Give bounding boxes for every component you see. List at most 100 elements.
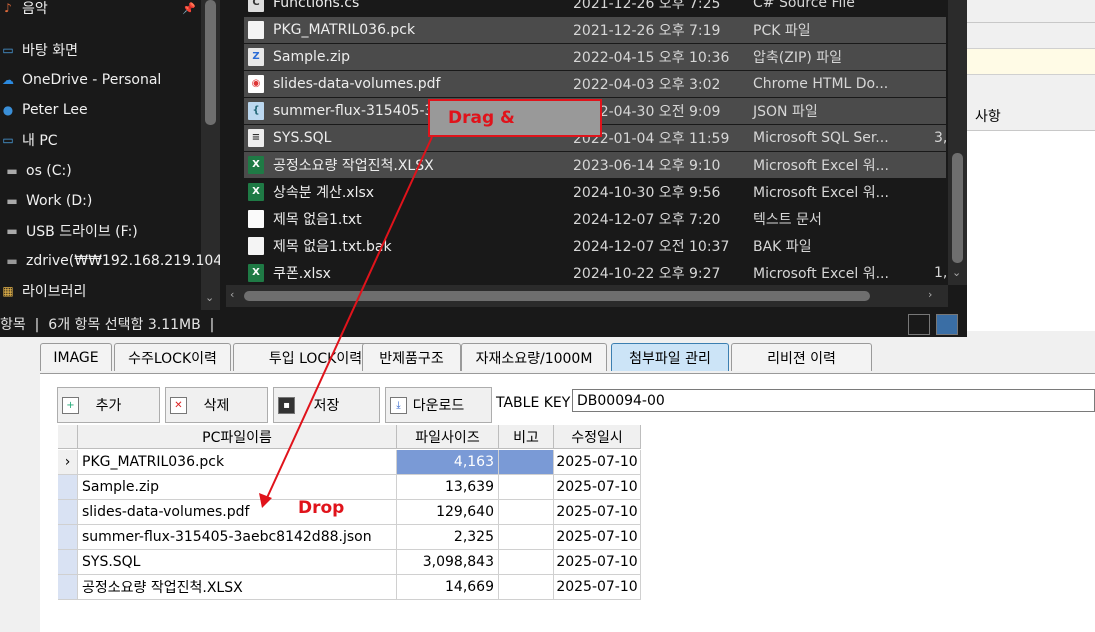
delete-button[interactable]: ✕ 삭제 (165, 387, 268, 423)
grid-cell-note[interactable] (499, 475, 554, 500)
file-type: Chrome HTML Do... (753, 76, 889, 92)
file-row[interactable]: 제목 없음1.txt 2024-12-07 오후 7:20 텍스트 문서 (244, 206, 946, 232)
tab-7[interactable]: 리비젼 이력 (731, 343, 872, 371)
file-size: 3, (934, 130, 948, 146)
chevron-down-icon[interactable]: ⌄ (952, 266, 961, 279)
grid-cell-name[interactable]: slides-data-volumes.pdf (78, 500, 397, 525)
right-panel-label: 사항 (975, 109, 1001, 125)
grid-cell-date[interactable]: 2025-07-10 (554, 500, 641, 525)
grid-cell-note[interactable] (499, 500, 554, 525)
grid-cell-note[interactable] (499, 550, 554, 575)
row-header[interactable] (58, 500, 78, 525)
row-header[interactable] (58, 550, 78, 575)
nav-item[interactable]: ♪ 음악 📌 (0, 0, 196, 22)
nav-item[interactable]: ▬ Work (D:) (4, 187, 92, 215)
chevron-down-icon[interactable]: ⌄ (205, 291, 214, 304)
column-header[interactable]: PC파일이름 (78, 425, 397, 449)
zip-icon: Z (248, 48, 264, 66)
file-row[interactable]: PKG_MATRIL036.pck 2021-12-26 오후 7:19 PCK 파… (244, 17, 946, 43)
download-button[interactable]: ⤓ 다운로드 (385, 387, 492, 423)
nav-item[interactable]: ▬ zdrive(₩₩192.168.219.104) (4, 247, 220, 275)
user-icon: ● (2, 103, 14, 117)
tab-6[interactable]: 첨부파일 관리 (611, 343, 729, 371)
file-type: JSON 파일 (753, 104, 818, 120)
row-header[interactable]: › (58, 450, 78, 475)
file-date: 2022-04-03 오후 3:02 (573, 77, 721, 93)
grid-cell-date[interactable]: 2025-07-10 (554, 475, 641, 500)
nav-item[interactable]: ▭ 내 PC (0, 126, 57, 154)
explorer-status-bar: 항목 | 6개 항목 선택함 3.11MB | (0, 310, 967, 337)
grid-cell-size[interactable]: 4,163 (397, 450, 499, 475)
grid-cell-name[interactable]: 공정소요량 작업진척.XLSX (78, 575, 397, 600)
excel-icon: X (248, 183, 264, 201)
nav-item[interactable]: ☁ OneDrive - Personal (0, 66, 161, 94)
column-header[interactable]: 수정일시 (554, 425, 641, 449)
row-header[interactable] (58, 525, 78, 550)
grid-cell-size[interactable]: 2,325 (397, 525, 499, 550)
nav-item[interactable]: ▬ os (C:) (4, 157, 71, 185)
library-icon: ▦ (2, 284, 14, 298)
save-button[interactable]: ▪ 저장 (273, 387, 380, 423)
row-header[interactable] (58, 475, 78, 500)
pin-icon[interactable]: 📌 (182, 2, 196, 15)
nav-item[interactable]: ▭ 바탕 화면 (0, 36, 78, 64)
grid-cell-name[interactable]: SYS.SQL (78, 550, 397, 575)
large-icons-view-icon[interactable] (936, 314, 958, 335)
column-header[interactable]: 파일사이즈 (397, 425, 499, 449)
grid-cell-date[interactable]: 2025-07-10 (554, 550, 641, 575)
grid-cell-size[interactable]: 13,639 (397, 475, 499, 500)
left-frame (0, 337, 40, 631)
grid-cell-size[interactable]: 14,669 (397, 575, 499, 600)
grid-cell-date[interactable]: 2025-07-10 (554, 575, 641, 600)
chevron-left-icon[interactable]: ‹ (230, 288, 234, 301)
file-type: 텍스트 문서 (753, 212, 822, 228)
sql-icon: ≡ (248, 129, 264, 147)
file-row[interactable]: 제목 없음1.txt.bak 2024-12-07 오전 10:37 BAK 파일 (244, 233, 946, 259)
tab-2[interactable]: 수주LOCK이력 (114, 343, 231, 371)
file-row[interactable]: ◉ slides-data-volumes.pdf 2022-04-03 오후 3:… (244, 71, 946, 97)
file-row[interactable]: X 상속분 계산.xlsx 2024-10-30 오후 9:56 Microsoft … (244, 179, 946, 205)
file-type: Microsoft Excel 워... (753, 158, 889, 174)
file-name: SYS.SQL (273, 130, 332, 146)
grid-cell-date[interactable]: 2025-07-10 (554, 450, 641, 475)
file-name-cell: C Functions.cs (248, 0, 359, 12)
grid-cell-note[interactable] (499, 450, 554, 475)
add-button[interactable]: + 추가 (57, 387, 160, 423)
tab-4[interactable]: 반제품구조 (362, 343, 461, 371)
grid-cell-note[interactable] (499, 525, 554, 550)
file-name: Functions.cs (273, 0, 360, 11)
column-header[interactable]: 비고 (499, 425, 554, 449)
file-row[interactable]: Z Sample.zip 2022-04-15 오후 10:36 압축(ZIP) 파일 (244, 44, 946, 70)
grid-corner (58, 425, 78, 449)
file-name-cell: ≡ SYS.SQL (248, 129, 331, 147)
file-list-hscrollbar[interactable]: ‹ › (226, 285, 948, 307)
hscroll-thumb[interactable] (244, 291, 870, 301)
nav-item[interactable]: ● Peter Lee (0, 96, 88, 124)
grid-cell-date[interactable]: 2025-07-10 (554, 525, 641, 550)
grid-cell-size[interactable]: 129,640 (397, 500, 499, 525)
nav-scroll-thumb[interactable] (205, 0, 216, 125)
grid-cell-name[interactable]: PKG_MATRIL036.pck (78, 450, 397, 475)
table-key-input[interactable] (572, 389, 1095, 412)
file-icon (248, 237, 264, 255)
nav-item[interactable]: ▬ USB 드라이브 (F:) (4, 217, 137, 245)
row-header[interactable] (58, 575, 78, 600)
file-size: 1, (934, 265, 948, 281)
tab-1[interactable]: IMAGE (40, 343, 112, 371)
grid-cell-name[interactable]: summer-flux-315405-3aebc8142d88.json (78, 525, 397, 550)
excel-icon: X (248, 264, 264, 282)
details-view-icon[interactable] (908, 314, 930, 335)
grid-cell-size[interactable]: 3,098,843 (397, 550, 499, 575)
nav-item-label: Work (D:) (26, 193, 93, 209)
grid-cell-note[interactable] (499, 575, 554, 600)
file-row[interactable]: C Functions.cs 2021-12-26 오후 7:25 C# Source… (244, 0, 946, 16)
nav-item-label: 바탕 화면 (22, 43, 78, 59)
grid-cell-name[interactable]: Sample.zip (78, 475, 397, 500)
file-row[interactable]: X 공정소요량 작업진척.XLSX 2023-06-14 오후 9:10 Micros… (244, 152, 946, 178)
chevron-right-icon[interactable]: › (928, 288, 932, 301)
file-list-vscrollbar[interactable]: ⌄ (948, 0, 967, 285)
file-row[interactable]: X 쿠폰.xlsx 2024-10-22 오후 9:27 Microsoft Exce… (244, 260, 948, 286)
vscroll-thumb[interactable] (952, 153, 963, 263)
nav-item[interactable]: ▦ 라이브러리 (0, 277, 86, 305)
tab-5[interactable]: 자재소요량/1000M (461, 343, 607, 371)
